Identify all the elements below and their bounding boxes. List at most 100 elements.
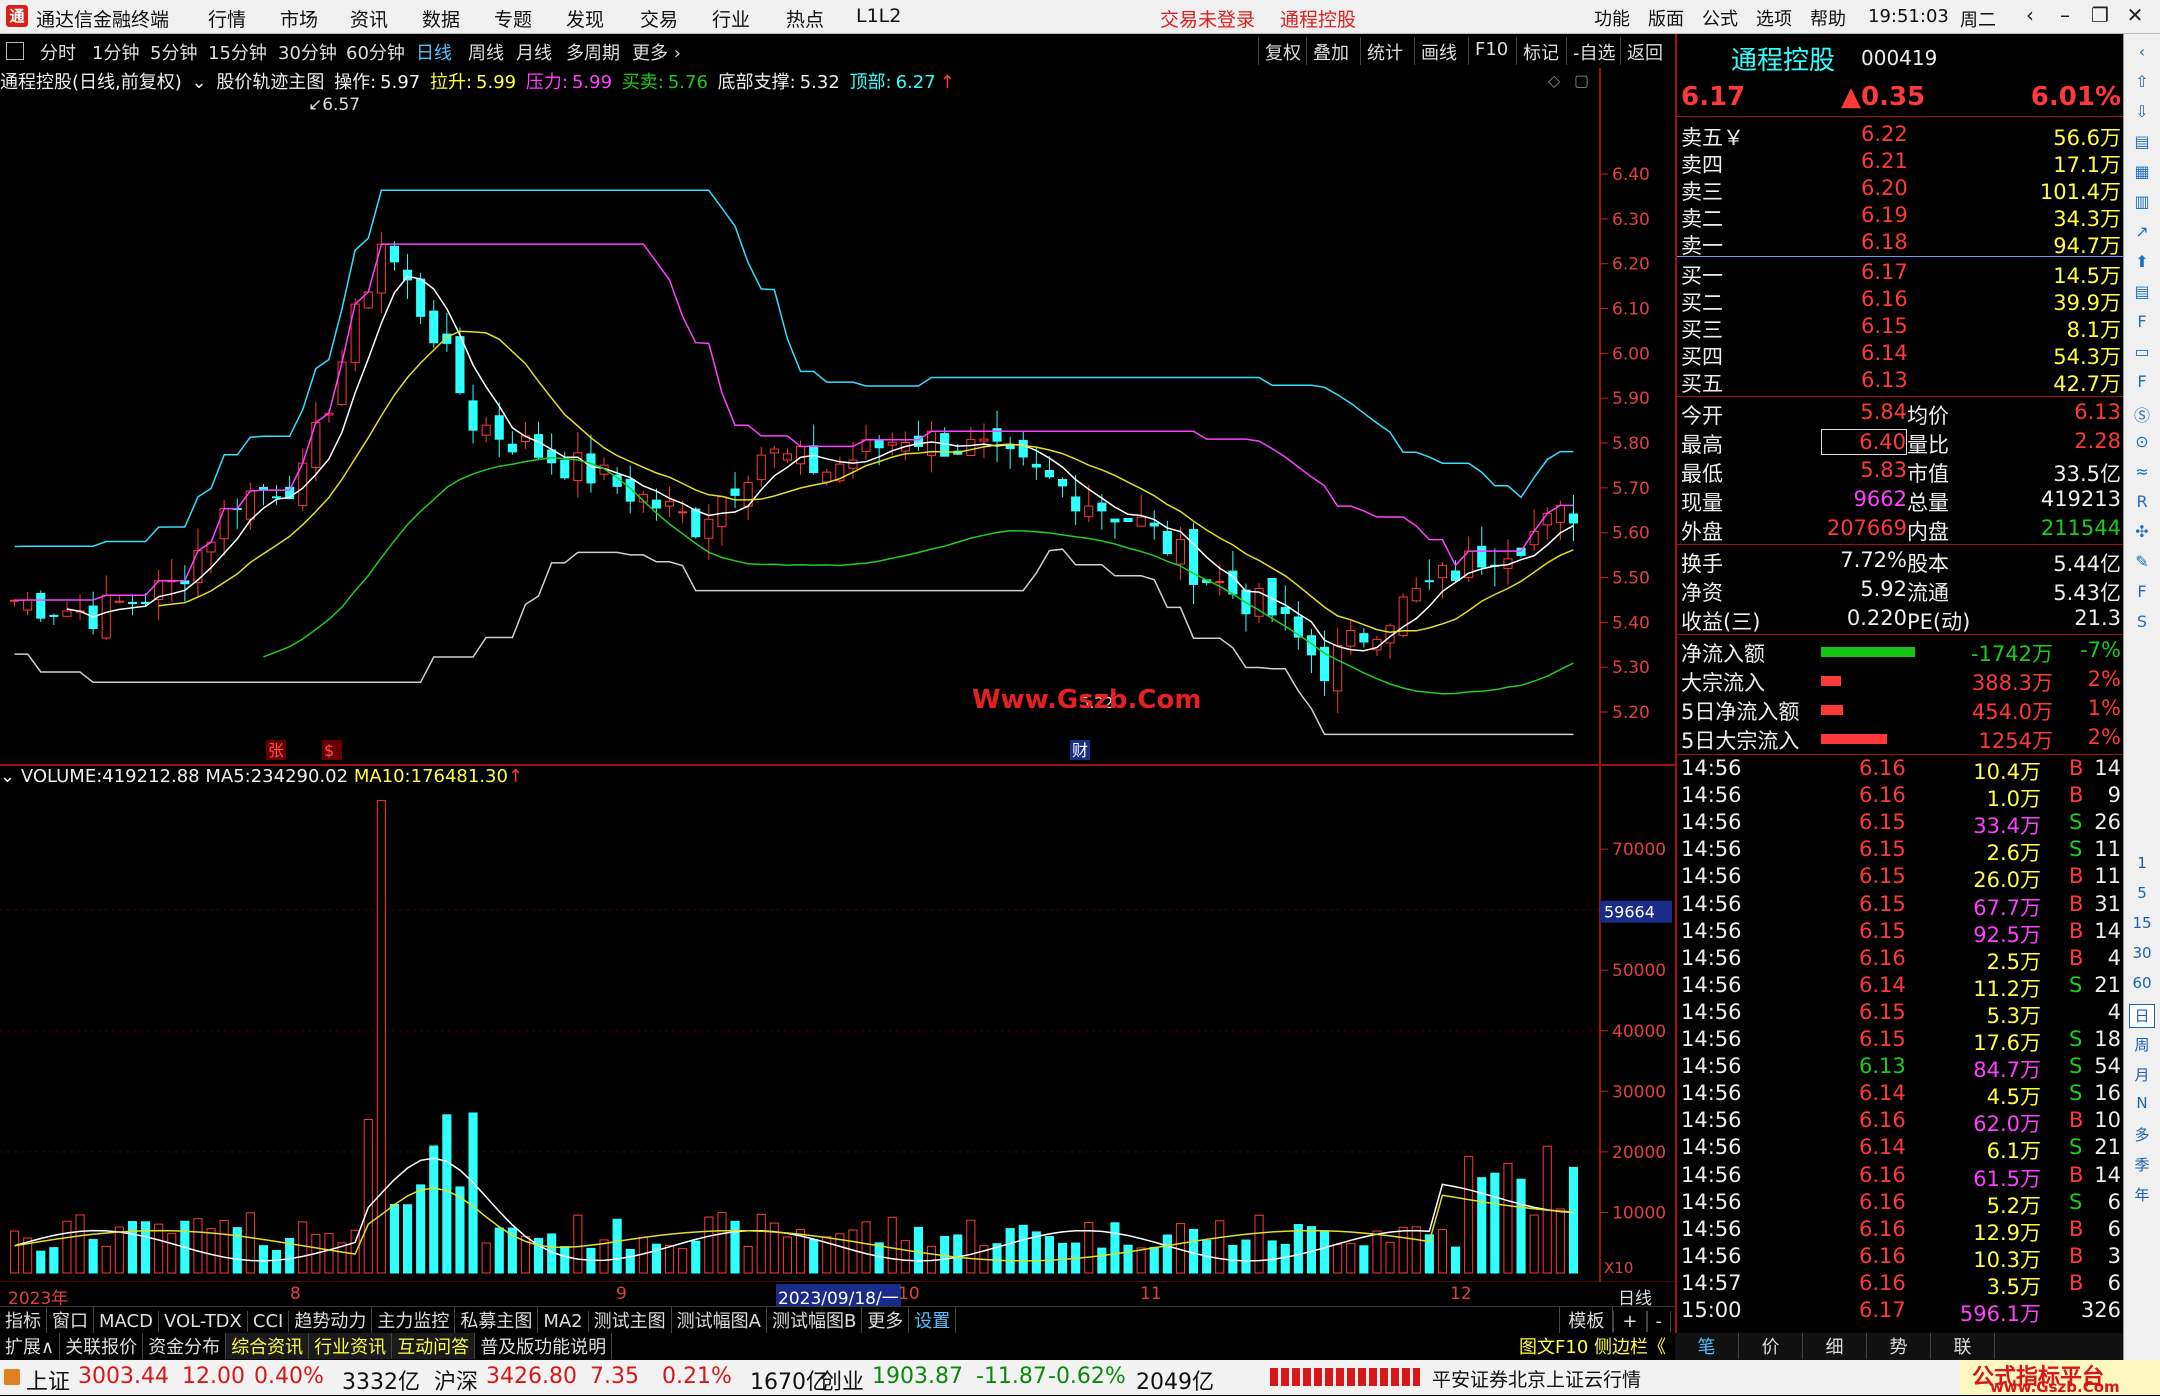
menu-item-5[interactable]: 发现 bbox=[566, 5, 604, 32]
right-tab-3[interactable]: 势 bbox=[1867, 1333, 1931, 1359]
side-tool-icon-15[interactable]: R bbox=[2129, 492, 2155, 516]
indicator-tab-11[interactable]: 测试幅图B bbox=[767, 1307, 863, 1333]
side-tool-icon-19[interactable]: S bbox=[2129, 612, 2155, 636]
indicator-tab-10[interactable]: 测试幅图A bbox=[672, 1307, 767, 1333]
menu-item-9[interactable]: L1L2 bbox=[856, 5, 901, 27]
right-tab-4[interactable]: 联 bbox=[1931, 1333, 1995, 1359]
side-tool-icon-14[interactable]: ≈ bbox=[2129, 462, 2155, 486]
side-tool-icon-7[interactable]: ⬆ bbox=[2129, 252, 2155, 276]
indicator-tab-12[interactable]: 更多 bbox=[862, 1307, 910, 1333]
back-icon[interactable]: ‹ bbox=[2015, 3, 2045, 29]
period-tab-1[interactable]: 1分钟 bbox=[92, 39, 139, 65]
ask-vol-1[interactable]: 17.1万 bbox=[2053, 149, 2121, 179]
bid-vol-0[interactable]: 14.5万 bbox=[2053, 260, 2121, 290]
period-tab-4[interactable]: 30分钟 bbox=[278, 39, 337, 65]
period-tab-6[interactable]: 日线 bbox=[416, 39, 452, 65]
kline-chart[interactable]: 6.40 6.30 6.20 6.10 6.00 5.90 5.80 5.70 5.60 5.50… bbox=[0, 68, 1675, 1282]
side-tool-icon-0[interactable]: ‹ bbox=[2129, 42, 2155, 66]
side-tool-icon-12[interactable]: Ⓢ bbox=[2129, 402, 2155, 426]
menu-item-4[interactable]: 专题 bbox=[494, 5, 532, 32]
bid-vol-2[interactable]: 8.1万 bbox=[2067, 314, 2121, 344]
side-period-8[interactable]: N bbox=[2129, 1094, 2155, 1118]
side-period-5[interactable]: 日 bbox=[2129, 1004, 2155, 1028]
minimize-icon[interactable]: – bbox=[2050, 3, 2080, 29]
toolbar-btn-0[interactable]: 复权 bbox=[1258, 37, 1307, 65]
side-tool-icon-3[interactable]: ▤ bbox=[2129, 132, 2155, 156]
index-name-1[interactable]: 沪深 bbox=[434, 1364, 478, 1396]
side-period-7[interactable]: 月 bbox=[2129, 1064, 2155, 1088]
ext-tab-6[interactable]: 普及版功能说明 bbox=[475, 1333, 613, 1359]
menu-item-0[interactable]: 行情 bbox=[208, 5, 246, 32]
restore-icon[interactable]: ❐ bbox=[2085, 3, 2115, 29]
period-tab-3[interactable]: 15分钟 bbox=[208, 39, 267, 65]
indicator-tab-0[interactable]: 指标 bbox=[0, 1307, 47, 1333]
side-period-4[interactable]: 60 bbox=[2129, 974, 2155, 998]
ext-tab-2[interactable]: 资金分布 bbox=[143, 1333, 227, 1359]
bid-vol-4[interactable]: 42.7万 bbox=[2053, 368, 2121, 398]
bid-vol-3[interactable]: 54.3万 bbox=[2053, 341, 2121, 371]
indicator-tab-4[interactable]: CCI bbox=[248, 1311, 290, 1332]
period-tab-2[interactable]: 5分钟 bbox=[150, 39, 197, 65]
right-tab-2[interactable]: 细 bbox=[1803, 1333, 1867, 1359]
right-menu-3[interactable]: 选项 bbox=[1756, 5, 1792, 31]
period-tab-5[interactable]: 60分钟 bbox=[346, 39, 405, 65]
side-tool-icon-4[interactable]: ▦ bbox=[2129, 162, 2155, 186]
layout-icon[interactable] bbox=[6, 42, 24, 60]
toolbar-btn-2[interactable]: 统计 bbox=[1360, 37, 1409, 65]
side-period-10[interactable]: 季 bbox=[2129, 1154, 2155, 1178]
menu-item-6[interactable]: 交易 bbox=[640, 5, 678, 32]
indicator-tab-7[interactable]: 私募主图 bbox=[455, 1307, 539, 1333]
right-menu-0[interactable]: 功能 bbox=[1594, 5, 1630, 31]
right-tab-1[interactable]: 价 bbox=[1739, 1333, 1803, 1359]
side-period-1[interactable]: 5 bbox=[2129, 884, 2155, 908]
period-tab-10[interactable]: 更多 › bbox=[632, 39, 681, 65]
ext-tab-0[interactable]: 扩展∧ bbox=[0, 1333, 61, 1359]
side-tool-icon-10[interactable]: ▭ bbox=[2129, 342, 2155, 366]
indicator-tab-13[interactable]: 设置 bbox=[909, 1307, 957, 1333]
index-toggle-icon[interactable] bbox=[4, 1369, 20, 1385]
side-tool-icon-9[interactable]: F bbox=[2129, 312, 2155, 336]
indicator-tab-8[interactable]: MA2 bbox=[538, 1311, 589, 1332]
side-tool-icon-16[interactable]: ✣ bbox=[2129, 522, 2155, 546]
right-menu-1[interactable]: 版面 bbox=[1648, 5, 1684, 31]
toolbar-btn-3[interactable]: 画线 bbox=[1414, 37, 1463, 65]
side-tool-icon-1[interactable]: ⇧ bbox=[2129, 72, 2155, 96]
index-name-0[interactable]: 上证 bbox=[26, 1364, 70, 1396]
bid-vol-1[interactable]: 39.9万 bbox=[2053, 287, 2121, 317]
side-period-2[interactable]: 15 bbox=[2129, 914, 2155, 938]
menu-item-7[interactable]: 行业 bbox=[712, 5, 750, 32]
period-tab-8[interactable]: 月线 bbox=[516, 39, 552, 65]
indicator-tab-5[interactable]: 趋势动力 bbox=[289, 1307, 373, 1333]
indicator-tab-1[interactable]: 窗口 bbox=[47, 1307, 94, 1333]
side-tool-icon-13[interactable]: ⊙ bbox=[2129, 432, 2155, 456]
stock-link[interactable]: 通程控股 bbox=[1280, 5, 1356, 32]
toolbar-btn-1[interactable]: 叠加 bbox=[1306, 37, 1355, 65]
side-tool-icon-8[interactable]: ▤ bbox=[2129, 282, 2155, 306]
index-name-2[interactable]: 创业 bbox=[820, 1364, 864, 1396]
toolbar-btn-6[interactable]: -自选 bbox=[1566, 37, 1622, 65]
indicator-tab-6[interactable]: 主力监控 bbox=[372, 1307, 456, 1333]
ask-vol-3[interactable]: 34.3万 bbox=[2053, 203, 2121, 233]
ask-vol-0[interactable]: 56.6万 bbox=[2053, 122, 2121, 152]
period-tab-7[interactable]: 周线 bbox=[468, 39, 504, 65]
ask-vol-2[interactable]: 101.4万 bbox=[2040, 176, 2121, 206]
side-tool-icon-5[interactable]: ▥ bbox=[2129, 192, 2155, 216]
template-btn-1[interactable]: + bbox=[1613, 1311, 1647, 1332]
menu-item-2[interactable]: 资讯 bbox=[350, 5, 388, 32]
side-tool-icon-18[interactable]: F bbox=[2129, 582, 2155, 606]
menu-item-1[interactable]: 市场 bbox=[280, 5, 318, 32]
toolbar-btn-5[interactable]: 标记 bbox=[1516, 37, 1565, 65]
toolbar-btn-7[interactable]: 返回 bbox=[1620, 37, 1669, 65]
side-period-9[interactable]: 多 bbox=[2129, 1124, 2155, 1148]
trade-status[interactable]: 交易未登录 bbox=[1160, 5, 1255, 32]
side-period-3[interactable]: 30 bbox=[2129, 944, 2155, 968]
side-period-6[interactable]: 周 bbox=[2129, 1034, 2155, 1058]
close-icon[interactable]: ✕ bbox=[2120, 3, 2150, 29]
period-tab-9[interactable]: 多周期 bbox=[566, 39, 620, 65]
toolbar-btn-4[interactable]: F10 bbox=[1468, 37, 1514, 65]
right-menu-2[interactable]: 公式 bbox=[1702, 5, 1738, 31]
period-tab-0[interactable]: 分时 bbox=[40, 39, 76, 65]
indicator-tab-9[interactable]: 测试主图 bbox=[589, 1307, 672, 1333]
menu-item-3[interactable]: 数据 bbox=[422, 5, 460, 32]
side-tool-icon-6[interactable]: ↗ bbox=[2129, 222, 2155, 246]
